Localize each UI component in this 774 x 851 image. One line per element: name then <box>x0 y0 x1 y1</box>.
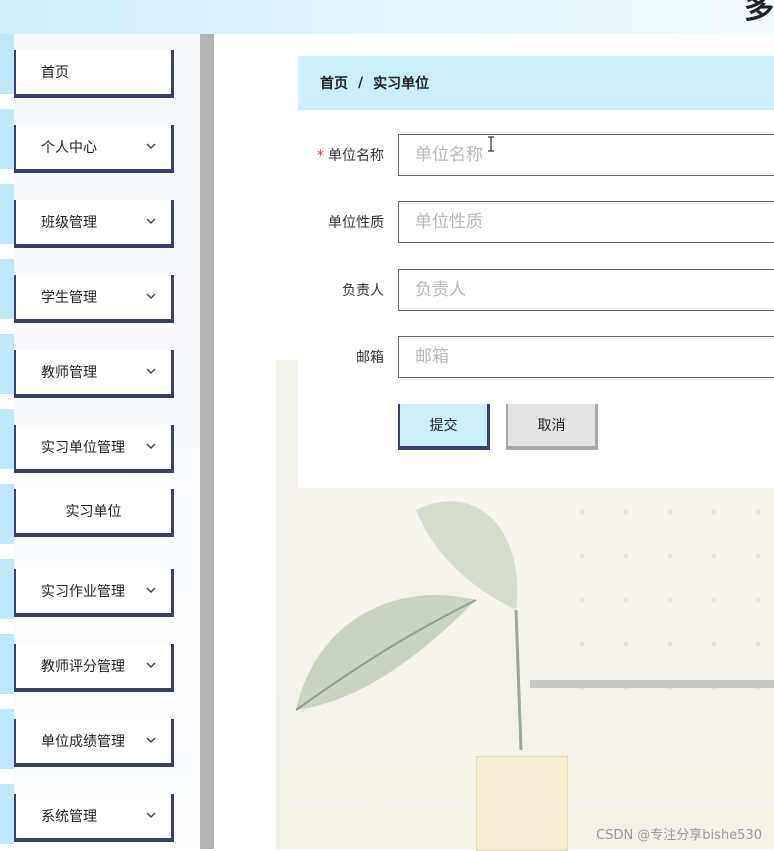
sidebar-item-label: 首页 <box>41 65 69 81</box>
sidebar-edge-decoration <box>0 34 14 849</box>
unit-nature-label: 单位性质 <box>328 215 384 231</box>
form-panel: 首页 / 实习单位 *单位名称 单位性质 负责人 邮箱 提交 取消 <box>298 56 774 488</box>
sidebar-item-unit-grade-management[interactable]: 单位成绩管理 <box>14 719 174 767</box>
sidebar-item-label: 教师管理 <box>41 365 97 381</box>
email-input[interactable] <box>398 336 774 378</box>
cancel-button[interactable]: 取消 <box>506 404 598 450</box>
background-box <box>476 756 568 851</box>
breadcrumb-separator: / <box>358 75 364 91</box>
breadcrumb: 首页 / 实习单位 <box>298 56 774 110</box>
email-label: 邮箱 <box>356 350 384 366</box>
form-row-unit-nature: 单位性质 <box>298 201 774 245</box>
text-cursor-icon <box>488 136 494 152</box>
breadcrumb-current: 实习单位 <box>373 76 430 92</box>
chevron-down-icon <box>146 812 156 818</box>
chevron-down-icon <box>146 587 156 593</box>
watermark: CSDN @专注分享bishe530 <box>596 828 762 843</box>
form-row-unit-name: * 单位名称 <box>298 134 774 178</box>
sidebar-item-student-management[interactable]: 学生管理 <box>14 275 174 323</box>
sidebar-item-label: 实习单位管理 <box>41 440 125 456</box>
chevron-down-icon <box>146 662 156 668</box>
sidebar-subitem-internship-unit[interactable]: 实习单位 <box>14 489 174 537</box>
chevron-down-icon <box>146 293 156 299</box>
sidebar-item-label: 实习作业管理 <box>41 584 125 600</box>
sidebar-item-label: 系统管理 <box>41 809 97 825</box>
unit-name-input[interactable] <box>398 134 774 176</box>
background-dot-pattern <box>560 490 774 690</box>
required-mark: * <box>317 148 324 164</box>
sidebar-item-teacher-scoring-management[interactable]: 教师评分管理 <box>14 644 174 692</box>
sidebar-item-system-management[interactable]: 系统管理 <box>14 794 174 842</box>
plant-leaf-illustration <box>295 501 523 750</box>
unit-name-label: * 单位名称 <box>317 148 384 164</box>
sidebar-item-personal-center[interactable]: 个人中心 <box>14 125 174 173</box>
chevron-down-icon <box>146 737 156 743</box>
submit-button[interactable]: 提交 <box>398 404 490 450</box>
sidebar-item-internship-unit-management[interactable]: 实习单位管理 <box>14 425 174 473</box>
chevron-down-icon <box>146 443 156 449</box>
form-row-person-in-charge: 负责人 <box>298 269 774 313</box>
form-row-email: 邮箱 <box>298 336 774 380</box>
sidebar-item-label: 学生管理 <box>41 290 97 306</box>
header-title-fragment: 多 <box>744 0 774 26</box>
chevron-down-icon <box>146 368 156 374</box>
chevron-down-icon <box>146 143 156 149</box>
sidebar-item-label: 实习单位 <box>65 504 122 520</box>
breadcrumb-home[interactable]: 首页 <box>320 73 348 93</box>
person-in-charge-input[interactable] <box>398 269 774 311</box>
sidebar-item-home[interactable]: 首页 <box>14 50 174 98</box>
sidebar-scroll-divider <box>200 34 214 849</box>
unit-nature-input[interactable] <box>398 201 774 243</box>
sidebar-item-internship-assignment-management[interactable]: 实习作业管理 <box>14 569 174 617</box>
sidebar-item-label: 单位成绩管理 <box>41 734 125 750</box>
sidebar-item-label: 个人中心 <box>41 140 97 156</box>
sidebar-item-class-management[interactable]: 班级管理 <box>14 200 174 248</box>
sidebar-item-teacher-management[interactable]: 教师管理 <box>14 350 174 398</box>
sidebar-item-label: 班级管理 <box>41 215 97 231</box>
background-shelf <box>530 680 774 688</box>
top-header: 多 <box>0 0 774 34</box>
sidebar-item-label: 教师评分管理 <box>41 659 125 675</box>
person-in-charge-label: 负责人 <box>342 283 384 299</box>
chevron-down-icon <box>146 218 156 224</box>
